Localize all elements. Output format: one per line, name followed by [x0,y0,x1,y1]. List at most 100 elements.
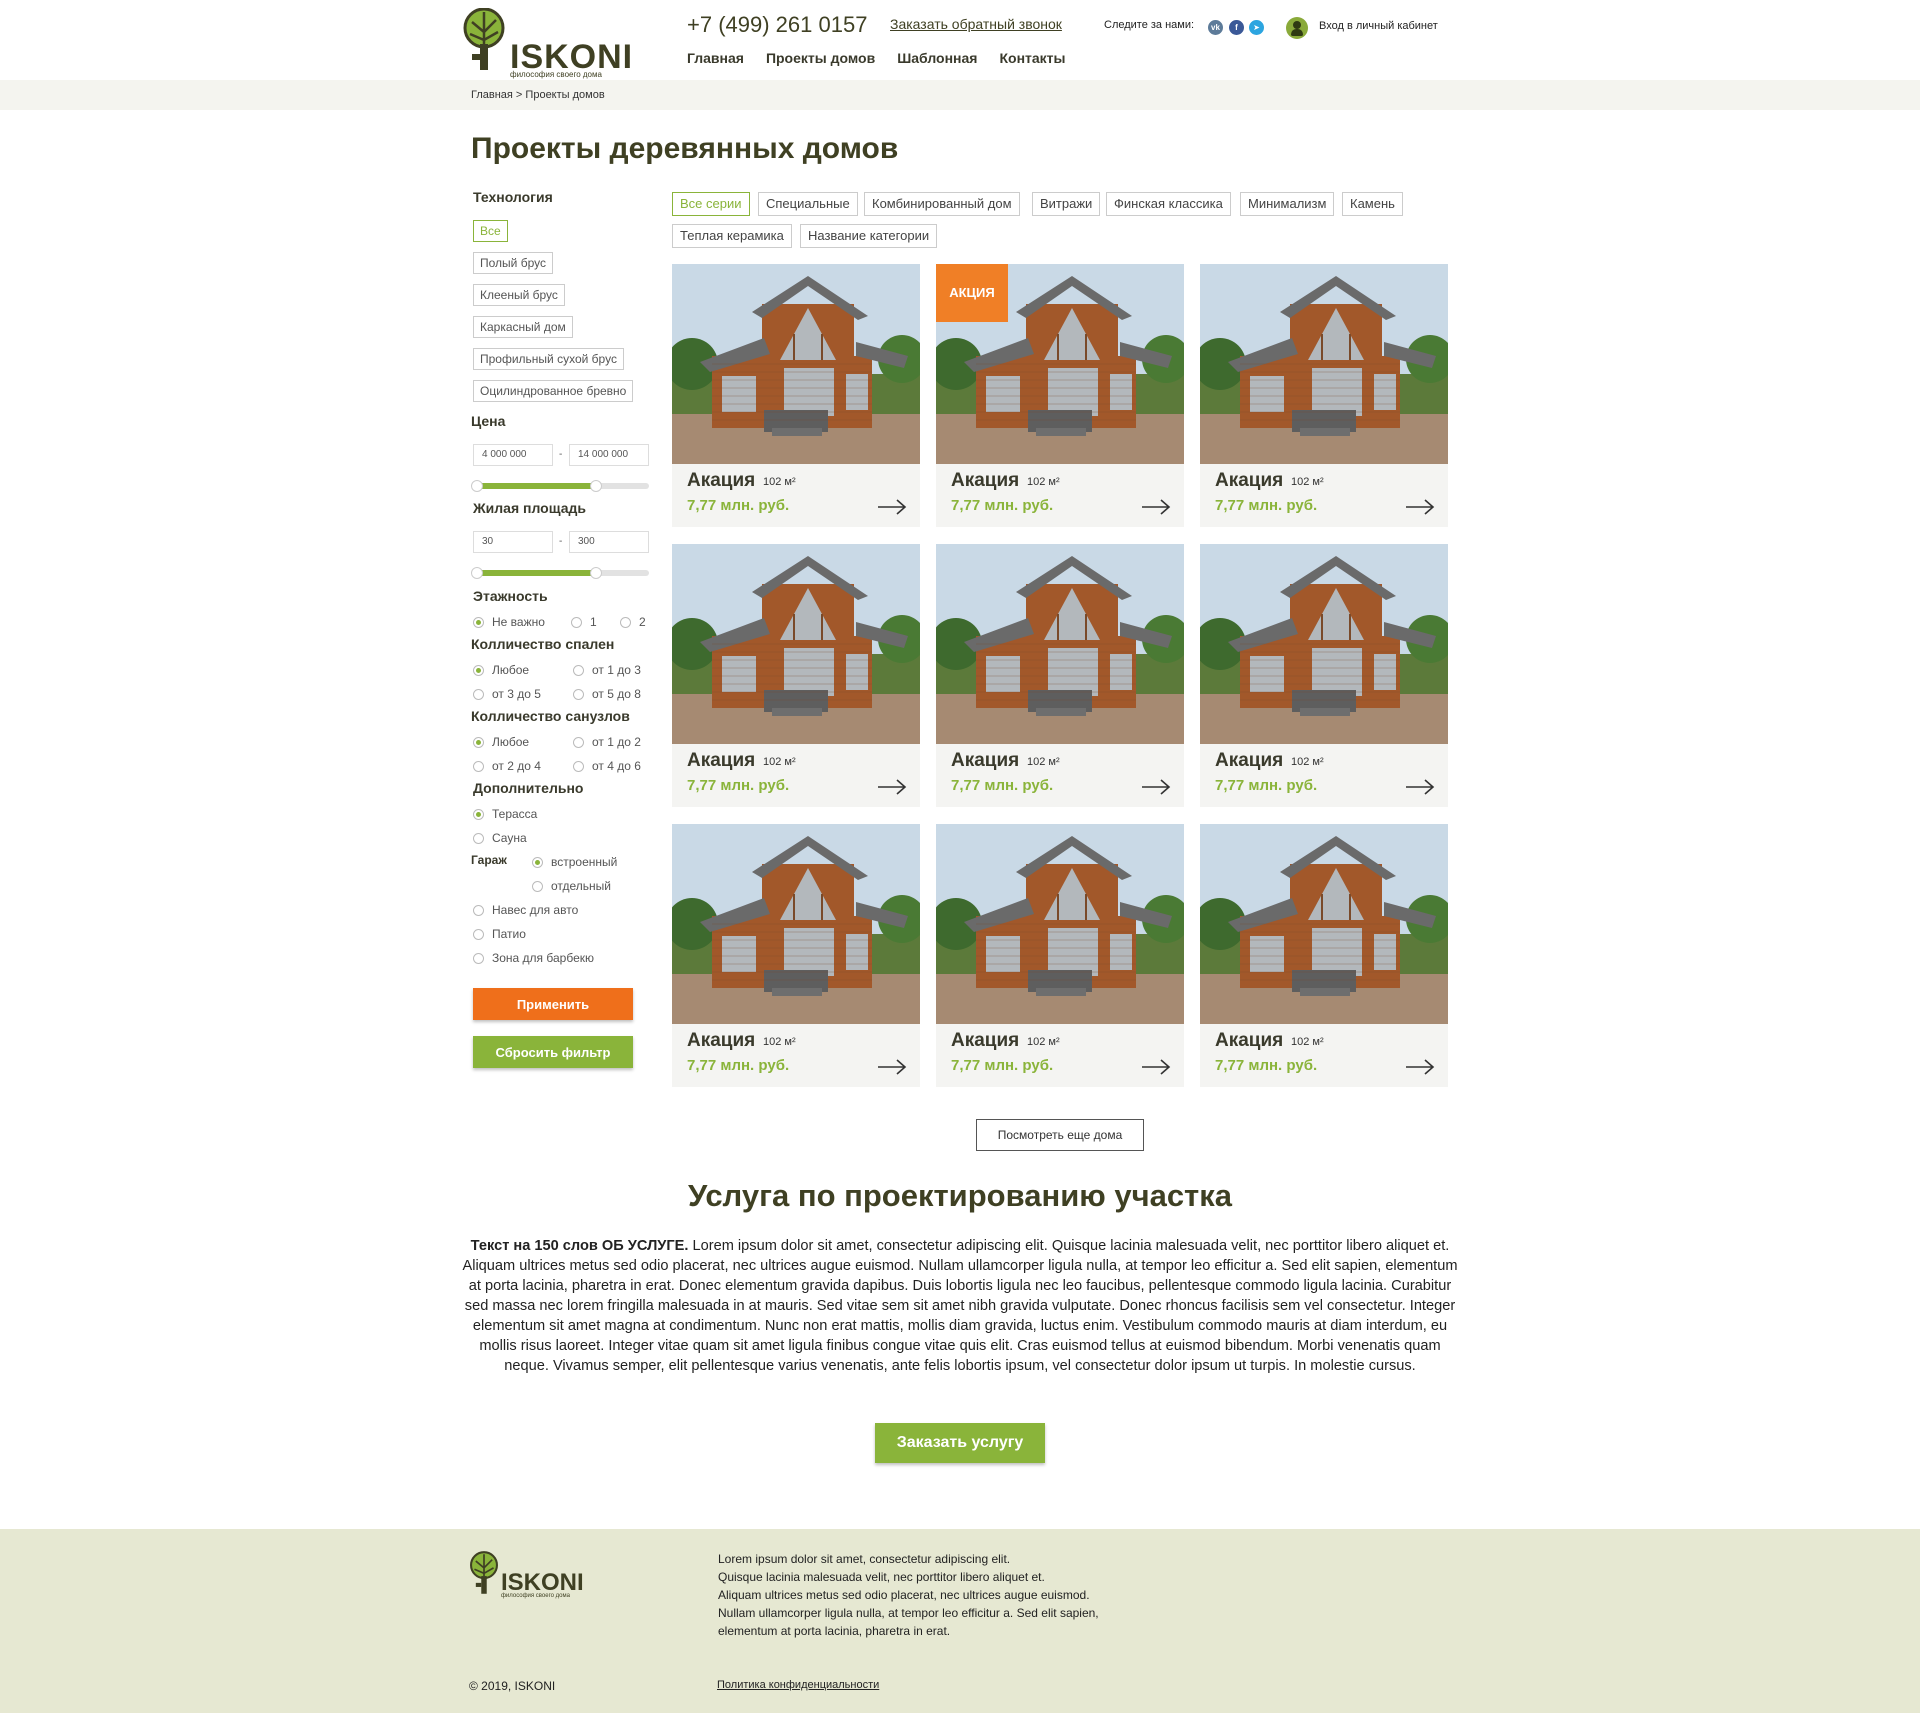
series-tag-all[interactable]: Все серии [672,192,750,216]
bathrooms-2-4-radio[interactable]: от 2 до 4 [473,759,541,773]
series-tag-finnish[interactable]: Финская классика [1106,192,1231,216]
footer-text: Lorem ipsum dolor sit amet, consectetur … [718,1550,1138,1640]
service-lead: Текст на 150 слов ОБ УСЛУГЕ. [470,1238,689,1254]
telegram-icon[interactable]: ➤ [1249,20,1264,35]
user-icon[interactable] [1286,17,1308,39]
arrow-right-icon[interactable] [877,778,907,796]
house-image[interactable] [936,544,1184,744]
series-tag-combined[interactable]: Комбинированный дом [864,192,1020,216]
bathrooms-4-6-radio[interactable]: от 4 до 6 [573,759,641,773]
card-price: 7,77 млн. руб. [687,777,790,794]
series-tag-minimalism[interactable]: Минимализм [1240,192,1335,216]
service-text: Текст на 150 слов ОБ УСЛУГЕ. Lorem ipsum… [462,1236,1458,1376]
price-max-input[interactable]: 14 000 000 [569,444,649,466]
reset-filter-button[interactable]: Сбросить фильтр [473,1036,633,1068]
garage-builtin-radio[interactable]: встроенный [532,855,617,869]
price-slider-min-handle[interactable] [471,480,483,492]
area-slider-max-handle[interactable] [590,567,603,579]
area-max-input[interactable]: 300 [569,531,649,553]
project-card[interactable]: Акация 102 м² 7,77 млн. руб. [672,544,920,807]
bedrooms-3-5-radio[interactable]: от 3 до 5 [473,687,541,701]
apply-filter-button[interactable]: Применить [473,988,633,1020]
house-image[interactable] [1200,264,1448,464]
area-slider[interactable] [471,567,649,579]
price-min-input[interactable]: 4 000 000 [473,444,553,466]
floors-any-radio[interactable]: Не важно [473,615,545,629]
series-tag-stone[interactable]: Камень [1342,192,1403,216]
arrow-right-icon[interactable] [1141,778,1171,796]
nav-template[interactable]: Шаблонная [897,50,977,66]
project-card[interactable]: Акация 102 м² 7,77 млн. руб. [936,824,1184,1087]
radio-dot [473,688,484,700]
project-card[interactable]: Акация 102 м² 7,77 млн. руб. [672,264,920,527]
bedrooms-any-radio[interactable]: Любое [473,663,529,677]
bathrooms-any-radio[interactable]: Любое [473,735,529,749]
project-card[interactable]: Акация 102 м² 7,77 млн. руб. [936,544,1184,807]
bathrooms-1-2-radio[interactable]: от 1 до 2 [573,735,641,749]
project-card[interactable]: Акация 102 м² 7,77 млн. руб. [1200,544,1448,807]
nav-contacts[interactable]: Контакты [999,50,1065,66]
callback-link[interactable]: Заказать обратный звонок [890,16,1062,32]
floors-1-radio[interactable]: 1 [571,615,597,629]
price-slider-fill [473,483,597,489]
house-image[interactable] [1200,824,1448,1024]
bbq-radio[interactable]: Зона для барбекю [473,951,594,965]
area-min-input[interactable]: 30 [473,531,553,553]
area-slider-min-handle[interactable] [471,567,483,579]
series-tag-stained-glass[interactable]: Витражи [1032,192,1101,216]
arrow-right-icon[interactable] [1141,498,1171,516]
house-image[interactable] [672,264,920,464]
breadcrumb-current: Проекты домов [525,89,605,101]
project-card[interactable]: Акация 102 м² 7,77 млн. руб. [1200,264,1448,527]
series-tag-category-name[interactable]: Название категории [800,224,938,248]
privacy-policy-link[interactable]: Политика конфиденциальности [717,1679,879,1691]
arrow-right-icon[interactable] [1405,1058,1435,1076]
bedrooms-1-3-radio[interactable]: от 1 до 3 [573,663,641,677]
nav-projects[interactable]: Проекты домов [766,50,875,66]
footer-logo[interactable]: ISKONI философия своего дома [469,1551,589,1601]
radio-label: Любое [492,663,530,677]
patio-radio[interactable]: Патио [473,927,526,941]
project-card[interactable]: АКЦИЯ Акация 102 м² 7,77 млн. руб. [936,264,1184,527]
price-dash: - [559,449,563,460]
arrow-right-icon[interactable] [877,498,907,516]
price-slider-max-handle[interactable] [590,480,603,492]
show-more-button[interactable]: Посмотреть еще дома [976,1119,1144,1151]
sauna-radio[interactable]: Сауна [473,831,527,845]
arrow-right-icon[interactable] [1405,498,1435,516]
logo[interactable]: ISKONI философия своего дома [462,7,632,79]
vk-icon[interactable]: vk [1208,20,1223,35]
house-image[interactable] [672,544,920,744]
tech-option-profiled-beam[interactable]: Профильный сухой брус [473,348,624,370]
phone-number[interactable]: +7 (499) 261 0157 [687,12,867,38]
tech-option-all[interactable]: Все [473,220,508,242]
order-service-button[interactable]: Заказать услугу [875,1423,1045,1463]
garage-separate-radio[interactable]: отдельный [532,879,611,893]
house-image[interactable] [936,824,1184,1024]
radio-dot [473,736,484,748]
arrow-right-icon[interactable] [1405,778,1435,796]
tech-option-rounded-log[interactable]: Оцилиндрованное бревно [473,380,634,402]
house-image[interactable] [672,824,920,1024]
breadcrumb-home[interactable]: Главная [471,89,513,101]
series-tag-special[interactable]: Специальные [758,192,858,216]
floors-2-radio[interactable]: 2 [620,615,646,629]
login-link[interactable]: Вход в личный кабинет [1319,20,1438,32]
tech-option-glued-beam[interactable]: Клееный брус [473,284,565,306]
bedrooms-5-8-radio[interactable]: от 5 до 8 [573,687,641,701]
carport-radio[interactable]: Навес для авто [473,903,578,917]
arrow-right-icon[interactable] [877,1058,907,1076]
house-image[interactable] [1200,544,1448,744]
arrow-right-icon[interactable] [1141,1058,1171,1076]
garage-label: Гараж [471,853,507,867]
price-slider[interactable] [471,480,649,492]
project-card[interactable]: Акация 102 м² 7,77 млн. руб. [1200,824,1448,1087]
tech-option-hollow-beam[interactable]: Полый брус [473,252,553,274]
project-card[interactable]: Акация 102 м² 7,77 млн. руб. [672,824,920,1087]
terrace-radio[interactable]: Терасса [473,807,537,821]
tree-logo-icon [463,7,505,70]
nav-home[interactable]: Главная [687,50,744,66]
facebook-icon[interactable]: f [1229,20,1244,35]
series-tag-ceramic[interactable]: Теплая керамика [672,224,792,248]
tech-option-frame-house[interactable]: Каркасный дом [473,316,573,338]
